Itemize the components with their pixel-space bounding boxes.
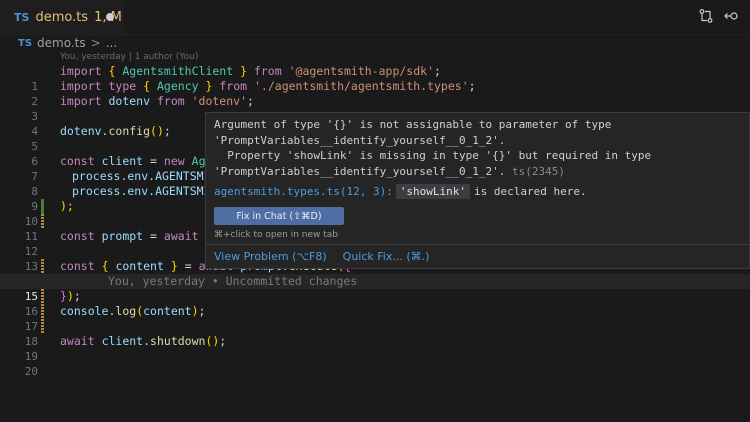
- error-message: Argument of type '{}' is not assignable …: [214, 117, 651, 179]
- fix-in-chat-button[interactable]: Fix in Chat (⇧⌘D): [214, 207, 344, 225]
- punct: ;: [468, 79, 476, 93]
- paren: ): [191, 304, 199, 318]
- punct: .: [143, 334, 151, 348]
- string: './agentsmith/agentsmith.types': [254, 79, 469, 93]
- code-line: 18: [0, 319, 750, 348]
- punct: ;: [247, 94, 254, 108]
- brace: {: [143, 79, 151, 93]
- hover-actions: View Problem (⌥F8) Quick Fix... (⌘.): [206, 244, 749, 268]
- breadcrumb-file[interactable]: demo.ts: [37, 36, 86, 50]
- keyword: import: [60, 94, 102, 108]
- punct: ;: [73, 289, 81, 303]
- inline-blame: You, yesterday • Uncommitted changes: [108, 274, 358, 288]
- brace: {: [101, 259, 109, 273]
- fix-hint: ⌘+click to open in new tab: [214, 230, 339, 240]
- operator: =: [150, 229, 157, 243]
- unsaved-dot-icon[interactable]: [106, 13, 114, 21]
- code-line-current: 15 You, yesterday • Uncommitted changes: [0, 274, 750, 319]
- line-number: 20: [24, 365, 38, 378]
- keyword: from: [219, 79, 248, 93]
- brace: }: [205, 79, 213, 93]
- tab-filename: demo.ts: [35, 9, 89, 25]
- error-line-3: Property 'showLink' is missing in type '…: [214, 149, 652, 162]
- error-hover-popup: Argument of type '{}' is not assignable …: [205, 112, 750, 269]
- related-info-link[interactable]: agentsmith.types.ts(12, 3):: [214, 185, 393, 198]
- typescript-icon: TS: [18, 37, 33, 49]
- identifier: content: [115, 259, 164, 273]
- punct: ;: [163, 124, 171, 138]
- keyword: const: [60, 259, 95, 273]
- brace: }: [60, 289, 67, 303]
- paren: ): [66, 289, 74, 303]
- property-chip: 'showLink': [395, 184, 471, 199]
- keyword: await: [163, 229, 199, 243]
- identifier: content: [143, 304, 192, 318]
- keyword: new: [163, 154, 185, 168]
- code-line: 20: [0, 349, 750, 378]
- brace: }: [240, 64, 248, 78]
- identifier: console: [60, 304, 109, 318]
- error-code: ts(2345): [512, 164, 566, 178]
- paren: (): [205, 334, 220, 348]
- related-info-text: is declared here.: [474, 185, 587, 198]
- string: '@agentsmith-app/sdk': [288, 64, 434, 78]
- brace: }: [170, 259, 178, 273]
- compare-changes-icon[interactable]: [698, 8, 714, 24]
- keyword: const: [60, 154, 95, 168]
- related-info: agentsmith.types.ts(12, 3): 'showLink' i…: [214, 184, 587, 199]
- identifier: process.env.AGENTSMITH: [72, 184, 225, 198]
- identifier: prompt: [101, 229, 144, 243]
- code-line: 16 });: [0, 289, 750, 334]
- identifier: dotenv: [108, 94, 151, 108]
- code-line: 19 await client.shutdown();: [0, 334, 750, 363]
- string: 'dotenv': [191, 94, 247, 108]
- code-line: 3 import dotenv from 'dotenv';: [0, 94, 750, 123]
- tab-demo-ts[interactable]: TS demo.ts 1, M: [0, 0, 124, 34]
- tab-bar: TS demo.ts 1, M: [0, 0, 750, 35]
- punct: ;: [219, 334, 227, 348]
- paren: );: [60, 199, 74, 213]
- identifier: dotenv: [60, 124, 102, 138]
- identifier: client: [101, 154, 144, 168]
- operator: =: [150, 154, 157, 168]
- keyword: from: [253, 64, 282, 78]
- keyword: const: [60, 229, 95, 243]
- error-line-1: Argument of type '{}' is not assignable …: [214, 118, 612, 131]
- code-line: 2 import type { Agency } from './agentsm…: [0, 79, 750, 108]
- keyword: from: [156, 94, 185, 108]
- keyword: import: [60, 64, 102, 78]
- type-name: AgentsmithClient: [122, 64, 234, 78]
- error-line-4: 'PromptVariables__identify_yourself__0_1…: [214, 164, 506, 178]
- open-changes-icon[interactable]: [724, 8, 740, 24]
- quick-fix-link[interactable]: Quick Fix... (⌘.): [343, 250, 430, 263]
- function-name: config: [108, 124, 151, 138]
- view-problem-link[interactable]: View Problem (⌥F8): [214, 250, 327, 263]
- punct: ;: [434, 64, 441, 78]
- identifier: client: [101, 334, 144, 348]
- breadcrumb-symbol[interactable]: ...: [106, 36, 117, 50]
- keyword: import: [60, 79, 102, 93]
- breadcrumb: TS demo.ts > ...: [18, 35, 117, 51]
- error-line-2: 'PromptVariables__identify_yourself__0_1…: [214, 133, 506, 147]
- keyword: await: [60, 334, 95, 348]
- type-name: Agency: [157, 79, 199, 93]
- brace: {: [108, 64, 116, 78]
- code-lens-blame[interactable]: You, yesterday | 1 author (You): [60, 52, 198, 62]
- punct: ;: [198, 304, 206, 318]
- operator: =: [184, 259, 192, 273]
- code-line: 1 import { AgentsmithClient } from '@age…: [0, 64, 750, 93]
- editor-actions: [698, 8, 740, 24]
- keyword: type: [108, 79, 137, 93]
- typescript-icon: TS: [14, 10, 30, 24]
- code-line: 17 console.log(content);: [0, 304, 750, 333]
- chevron-right-icon: >: [90, 36, 101, 50]
- paren: (): [150, 124, 164, 138]
- identifier: process.env.AGENTSMITH: [72, 169, 225, 183]
- function-name: log: [115, 304, 137, 318]
- function-name: shutdown: [150, 334, 206, 348]
